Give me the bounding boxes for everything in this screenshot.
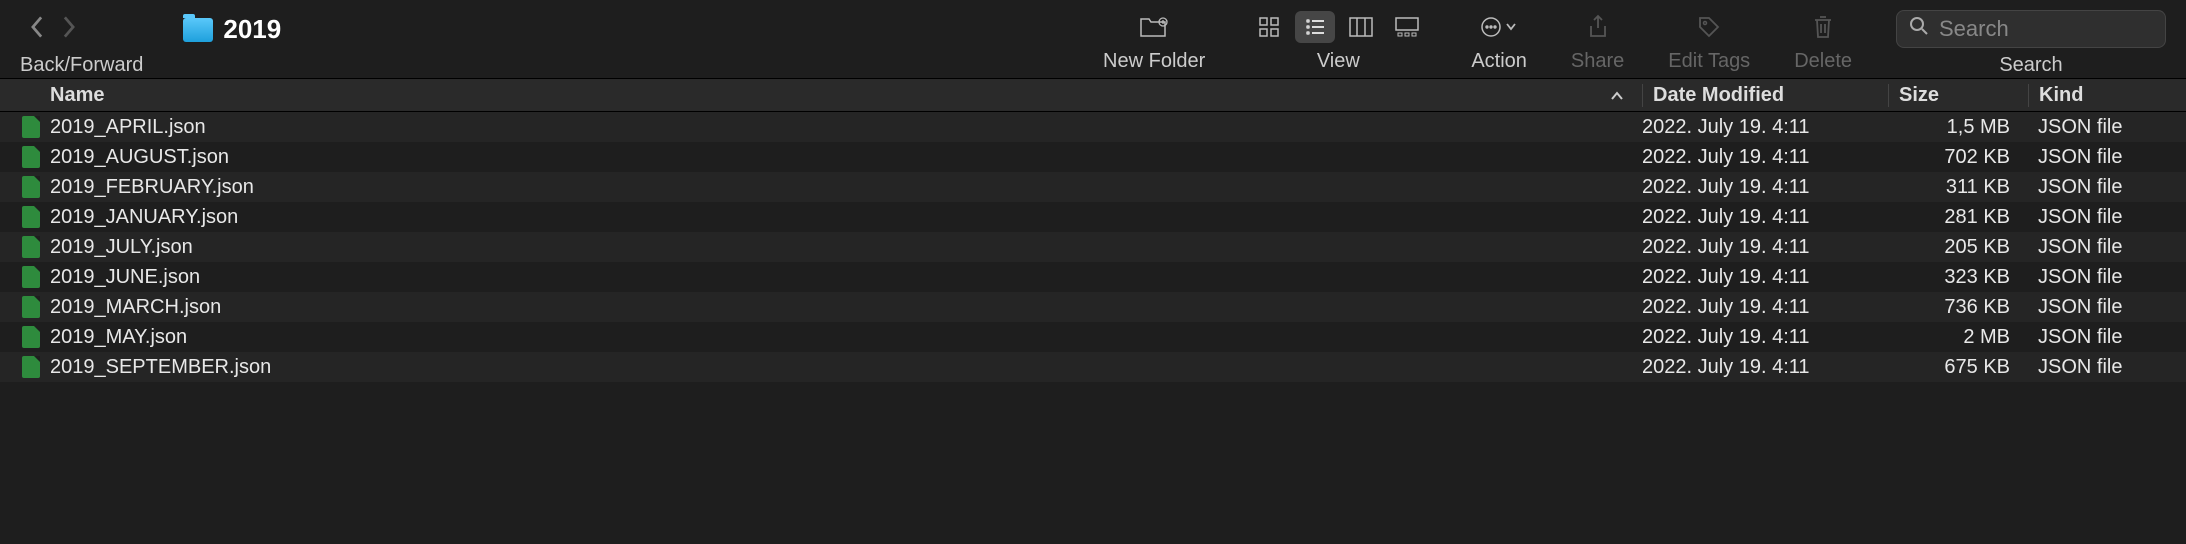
file-kind: JSON file [2028, 296, 2186, 319]
column-name[interactable]: Name [50, 84, 1642, 107]
column-size[interactable]: Size [1888, 84, 2028, 107]
view-gallery-button[interactable] [1387, 11, 1427, 43]
view-label: View [1317, 50, 1360, 73]
forward-button[interactable] [62, 16, 76, 44]
file-kind: JSON file [2028, 356, 2186, 379]
table-row[interactable]: 2019_JUNE.json2022. July 19. 4:11323 KBJ… [0, 262, 2186, 292]
file-kind: JSON file [2028, 326, 2186, 349]
share-label: Share [1571, 50, 1624, 73]
file-list: 2019_APRIL.json2022. July 19. 4:111,5 MB… [0, 112, 2186, 382]
column-date-modified[interactable]: Date Modified [1642, 84, 1888, 107]
toolbar: Back/Forward 2019 New Folder [0, 0, 2186, 78]
file-name: 2019_JANUARY.json [50, 206, 1642, 229]
sort-ascending-icon [1610, 84, 1624, 107]
file-kind: JSON file [2028, 266, 2186, 289]
file-date: 2022. July 19. 4:11 [1642, 266, 1888, 289]
back-button[interactable] [30, 16, 44, 44]
action-button[interactable] [1479, 11, 1519, 43]
json-file-icon [22, 206, 40, 228]
file-name: 2019_APRIL.json [50, 116, 1642, 139]
table-row[interactable]: 2019_MAY.json2022. July 19. 4:112 MBJSON… [0, 322, 2186, 352]
new-folder-button[interactable] [1134, 11, 1174, 43]
file-date: 2022. July 19. 4:11 [1642, 356, 1888, 379]
new-folder-label: New Folder [1103, 50, 1205, 73]
search-box[interactable] [1896, 10, 2166, 48]
file-size: 2 MB [1888, 326, 2028, 349]
json-file-icon [22, 176, 40, 198]
file-kind: JSON file [2028, 236, 2186, 259]
edit-tags-label: Edit Tags [1668, 50, 1750, 73]
file-size: 702 KB [1888, 146, 2028, 169]
file-kind: JSON file [2028, 206, 2186, 229]
file-size: 1,5 MB [1888, 116, 2028, 139]
view-icons-button[interactable] [1249, 11, 1289, 43]
json-file-icon [22, 116, 40, 138]
file-size: 675 KB [1888, 356, 2028, 379]
table-row[interactable]: 2019_SEPTEMBER.json2022. July 19. 4:1167… [0, 352, 2186, 382]
nav-label: Back/Forward [20, 48, 143, 77]
file-name: 2019_JUNE.json [50, 266, 1642, 289]
view-list-button[interactable] [1295, 11, 1335, 43]
json-file-icon [22, 356, 40, 378]
file-size: 281 KB [1888, 206, 2028, 229]
file-date: 2022. July 19. 4:11 [1642, 176, 1888, 199]
file-size: 311 KB [1888, 176, 2028, 199]
view-columns-button[interactable] [1341, 11, 1381, 43]
file-date: 2022. July 19. 4:11 [1642, 236, 1888, 259]
file-name: 2019_SEPTEMBER.json [50, 356, 1642, 379]
json-file-icon [22, 146, 40, 168]
column-header: Name Date Modified Size Kind [0, 78, 2186, 112]
window-title: 2019 [223, 14, 281, 45]
file-name: 2019_AUGUST.json [50, 146, 1642, 169]
file-size: 205 KB [1888, 236, 2028, 259]
file-name: 2019_MAY.json [50, 326, 1642, 349]
json-file-icon [22, 296, 40, 318]
table-row[interactable]: 2019_JANUARY.json2022. July 19. 4:11281 … [0, 202, 2186, 232]
json-file-icon [22, 266, 40, 288]
table-row[interactable]: 2019_JULY.json2022. July 19. 4:11205 KBJ… [0, 232, 2186, 262]
folder-icon [183, 18, 213, 42]
edit-tags-button[interactable] [1689, 11, 1729, 43]
delete-label: Delete [1794, 50, 1852, 73]
file-date: 2022. July 19. 4:11 [1642, 146, 1888, 169]
action-label: Action [1471, 50, 1527, 73]
file-name: 2019_MARCH.json [50, 296, 1642, 319]
file-name: 2019_JULY.json [50, 236, 1642, 259]
file-date: 2022. July 19. 4:11 [1642, 296, 1888, 319]
table-row[interactable]: 2019_FEBRUARY.json2022. July 19. 4:11311… [0, 172, 2186, 202]
search-input[interactable] [1939, 16, 2153, 42]
table-row[interactable]: 2019_MARCH.json2022. July 19. 4:11736 KB… [0, 292, 2186, 322]
file-size: 736 KB [1888, 296, 2028, 319]
delete-button[interactable] [1803, 11, 1843, 43]
file-name: 2019_FEBRUARY.json [50, 176, 1642, 199]
table-row[interactable]: 2019_APRIL.json2022. July 19. 4:111,5 MB… [0, 112, 2186, 142]
json-file-icon [22, 326, 40, 348]
json-file-icon [22, 236, 40, 258]
search-icon [1909, 16, 1929, 42]
file-kind: JSON file [2028, 116, 2186, 139]
file-kind: JSON file [2028, 176, 2186, 199]
file-size: 323 KB [1888, 266, 2028, 289]
file-date: 2022. July 19. 4:11 [1642, 116, 1888, 139]
table-row[interactable]: 2019_AUGUST.json2022. July 19. 4:11702 K… [0, 142, 2186, 172]
file-date: 2022. July 19. 4:11 [1642, 326, 1888, 349]
share-button[interactable] [1578, 11, 1618, 43]
column-kind[interactable]: Kind [2028, 84, 2186, 107]
file-date: 2022. July 19. 4:11 [1642, 206, 1888, 229]
file-kind: JSON file [2028, 146, 2186, 169]
search-label: Search [1999, 54, 2062, 77]
